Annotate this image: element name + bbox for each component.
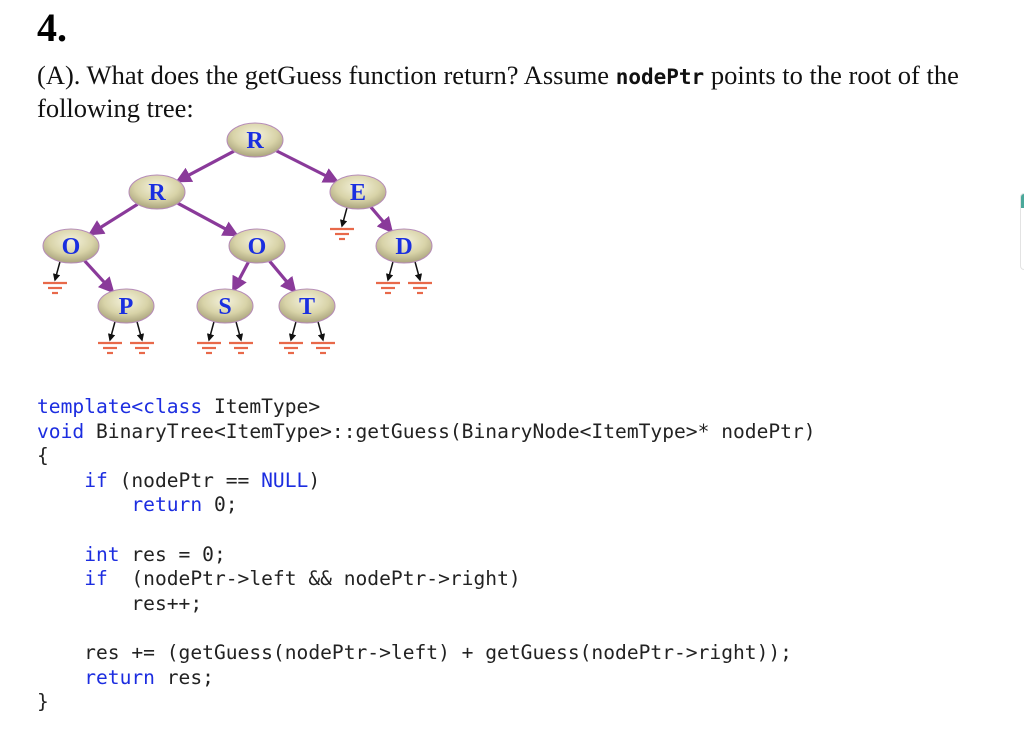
tree-node-label: E: [350, 180, 366, 206]
code-text: }: [37, 690, 49, 714]
code-line: res += (getGuess(nodePtr->left) + getGue…: [37, 641, 816, 666]
null-ground-icon: [98, 341, 122, 355]
tree-nodes: R R E O O D P S T: [42, 122, 433, 324]
code-text: res++;: [37, 591, 203, 615]
code-keyword: if: [84, 468, 108, 492]
code-keyword: int: [84, 542, 120, 566]
code-line: {: [37, 444, 816, 469]
code-text: res += (getGuess(nodePtr->left) + getGue…: [37, 640, 792, 664]
code-keyword: template<class: [37, 395, 203, 418]
null-ground-icon: [279, 341, 303, 355]
code-text: ItemType>: [202, 395, 321, 418]
tree-edge-right: [369, 206, 394, 234]
tree-node-label: R: [148, 180, 166, 206]
tree-node-label: D: [395, 234, 412, 260]
null-ground-icon: [229, 341, 253, 355]
tree-edge-right: [83, 259, 115, 294]
null-ground-icon: [311, 341, 335, 355]
code-keyword: void: [37, 419, 85, 443]
null-ground-icon: [130, 341, 154, 355]
tree-node-label: S: [218, 294, 231, 320]
tree-node-label: O: [248, 234, 267, 260]
null-ground-icon: [197, 341, 221, 355]
code-line: return 0;: [37, 493, 816, 518]
tree-node-p: P: [97, 288, 155, 324]
code-text: res;: [154, 665, 214, 689]
null-ground-icon: [43, 281, 67, 295]
code-line: void BinaryTree<ItemType>::getGuess(Bina…: [37, 420, 816, 445]
null-ground-icon: [408, 281, 432, 295]
code-keyword: return: [84, 665, 155, 689]
tree-edge-right: [275, 149, 340, 183]
code-line: return res;: [37, 666, 816, 691]
code-text: {: [37, 444, 49, 468]
code-keyword: NULL: [261, 468, 309, 492]
tree-node-r: R: [128, 174, 186, 210]
tree-node-s: S: [196, 288, 254, 324]
code-text: (nodePtr->left && nodePtr->right): [107, 567, 521, 591]
code-line: res++;: [37, 592, 816, 617]
code-text: (nodePtr ==: [107, 468, 262, 492]
null-ground-icon: [330, 227, 354, 241]
code-line: int res = 0;: [37, 543, 816, 568]
code-line: }: [37, 690, 816, 715]
code-keyword: return: [131, 493, 203, 517]
tree-edges: [83, 149, 394, 294]
code-text: res = 0;: [119, 542, 226, 566]
side-panel-handle[interactable]: [1020, 193, 1024, 270]
tree-edge-left: [232, 261, 250, 293]
code-line: if (nodePtr->left && nodePtr->right): [37, 567, 816, 592]
code-listing: template<class ItemType> void BinaryTree<…: [37, 395, 816, 715]
prompt-code-nodeptr: nodePtr: [615, 65, 705, 89]
binary-tree-diagram: R R E O O D P S T: [42, 122, 433, 355]
tree-node-r: R: [226, 122, 284, 158]
tree-node-label: T: [299, 294, 315, 320]
code-text: ): [308, 468, 321, 492]
tree-node-t: T: [278, 288, 336, 324]
tree-edge-left: [87, 202, 139, 236]
code-text: BinaryTree<ItemType>::getGuess(BinaryNod…: [84, 419, 816, 443]
tree-edge-left: [175, 149, 235, 183]
code-text: 0;: [202, 493, 238, 517]
tree-edge-right: [177, 201, 239, 237]
tree-node-label: P: [119, 294, 134, 320]
tree-node-d: D: [375, 228, 433, 264]
null-ground-icon: [376, 281, 400, 295]
tree-node-label: O: [62, 234, 81, 260]
code-keyword: if: [84, 567, 108, 591]
code-line: if (nodePtr == NULL): [37, 469, 816, 494]
tree-node-label: R: [246, 128, 264, 154]
tree-node-o: O: [228, 228, 286, 264]
tree-node-o: O: [42, 228, 100, 264]
code-line: template<class ItemType>: [37, 395, 816, 420]
tree-edge-right: [268, 260, 297, 294]
tree-node-e: E: [329, 174, 387, 210]
